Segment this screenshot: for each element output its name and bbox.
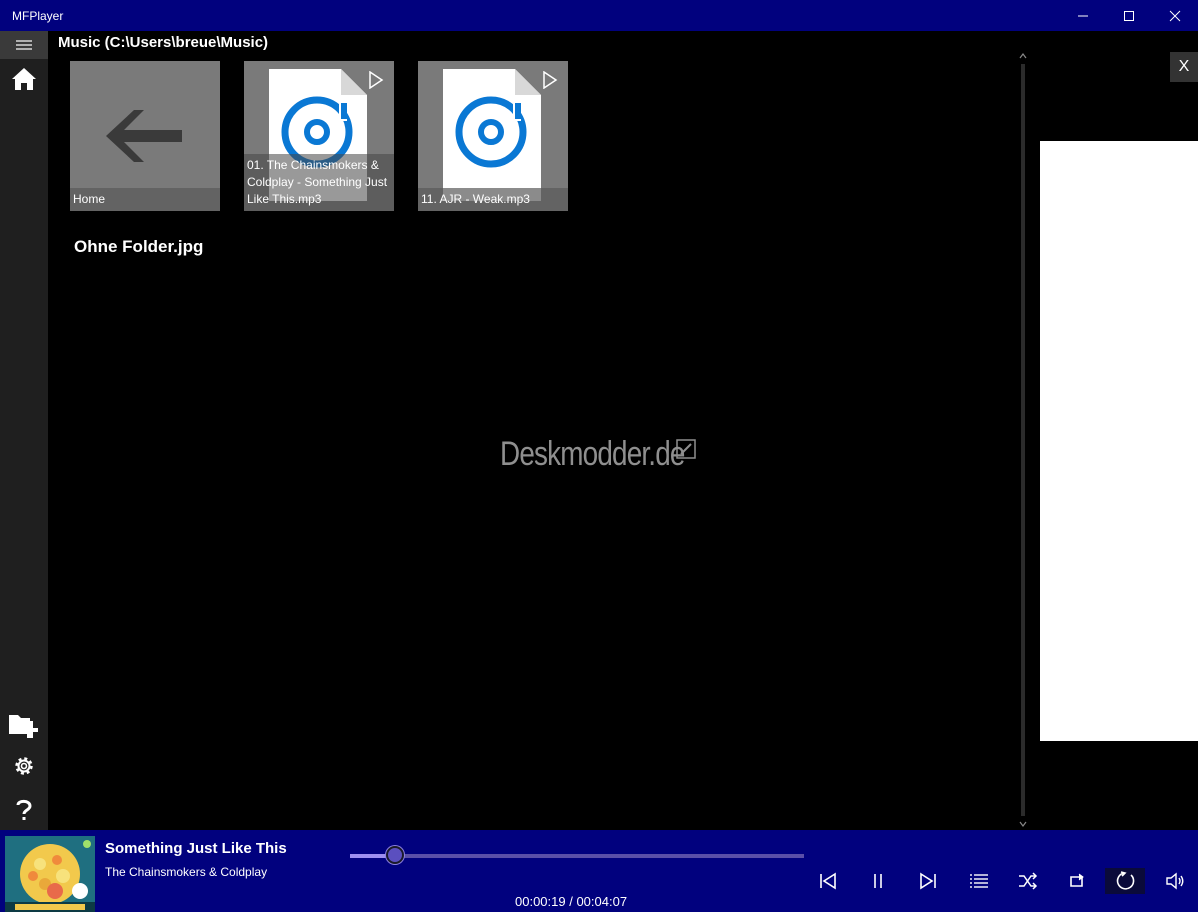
album-cover-image [5, 836, 95, 912]
vertical-scrollbar[interactable] [1016, 50, 1030, 830]
help-button[interactable] [0, 795, 48, 825]
maximize-button[interactable] [1106, 0, 1152, 31]
tile-label: Home [70, 188, 220, 211]
minimize-button[interactable] [1060, 0, 1106, 31]
refresh-button[interactable] [1105, 868, 1145, 894]
preview-panel: X [1030, 31, 1198, 830]
gear-icon [15, 757, 33, 775]
scroll-track[interactable] [1021, 64, 1025, 816]
album-art [5, 836, 95, 912]
sidebar [0, 31, 48, 830]
music-file-icon [443, 69, 541, 201]
window-title: MFPlayer [12, 8, 64, 23]
previous-button[interactable] [808, 868, 848, 894]
time-display: 00:00:19 / 00:04:07 [515, 894, 628, 909]
playlist-button[interactable] [959, 868, 999, 894]
close-panel-button[interactable]: X [1170, 52, 1198, 82]
hamburger-icon [16, 40, 32, 50]
edit-icon [676, 439, 696, 459]
track-artist: The Chainsmokers & Coldplay [105, 865, 268, 879]
progress-thumb[interactable] [386, 846, 405, 864]
player-bar: Something Just Like This The Chainsmoker… [0, 830, 1198, 912]
volume-icon [1166, 872, 1184, 890]
home-tile[interactable]: Home [70, 61, 220, 211]
play-icon[interactable] [542, 71, 558, 89]
settings-button[interactable] [0, 751, 48, 781]
scroll-up-icon[interactable] [1019, 52, 1027, 60]
refresh-icon [1116, 871, 1135, 890]
window-controls [1060, 0, 1198, 31]
add-folder-button[interactable] [0, 707, 48, 741]
repeat-icon [1070, 873, 1084, 887]
close-icon [1169, 10, 1181, 21]
tile-label: 01. The Chainsmokers & Coldplay - Someth… [244, 154, 394, 211]
track-title: Something Just Like This [105, 840, 287, 857]
shuffle-button[interactable] [1008, 868, 1048, 894]
song-tile[interactable]: 01. The Chainsmokers & Coldplay - Someth… [244, 61, 394, 211]
file-browser: Music (C:\Users\breue\Music) Home 01. Th… [48, 31, 1020, 830]
next-button[interactable] [908, 868, 948, 894]
page-title: Music (C:\Users\breue\Music) [58, 34, 269, 51]
play-icon[interactable] [368, 71, 384, 89]
pause-icon [874, 874, 882, 888]
tile-label: 11. AJR - Weak.mp3 [418, 188, 568, 211]
pause-button[interactable] [858, 868, 898, 894]
add-folder-icon [9, 715, 38, 738]
repeat-button[interactable] [1057, 868, 1097, 894]
scroll-down-icon[interactable] [1019, 820, 1027, 828]
home-button[interactable] [0, 63, 48, 95]
previous-icon [820, 872, 836, 890]
menu-button[interactable] [0, 31, 48, 59]
home-icon [12, 68, 36, 90]
song-tile[interactable]: 11. AJR - Weak.mp3 [418, 61, 568, 211]
minimize-icon [1078, 15, 1088, 16]
close-window-button[interactable] [1152, 0, 1198, 31]
title-bar: MFPlayer [0, 0, 1198, 31]
playlist-icon [970, 874, 988, 888]
preview-image [1040, 141, 1198, 741]
progress-bar[interactable] [350, 846, 804, 864]
next-icon [920, 872, 936, 890]
arrow-left-icon [106, 110, 182, 162]
volume-button[interactable] [1155, 868, 1195, 894]
shuffle-icon [1019, 872, 1038, 890]
section-title: Ohne Folder.jpg [74, 237, 204, 256]
help-icon [16, 799, 32, 820]
maximize-icon [1124, 10, 1134, 21]
watermark: Deskmodder.de [500, 435, 685, 473]
